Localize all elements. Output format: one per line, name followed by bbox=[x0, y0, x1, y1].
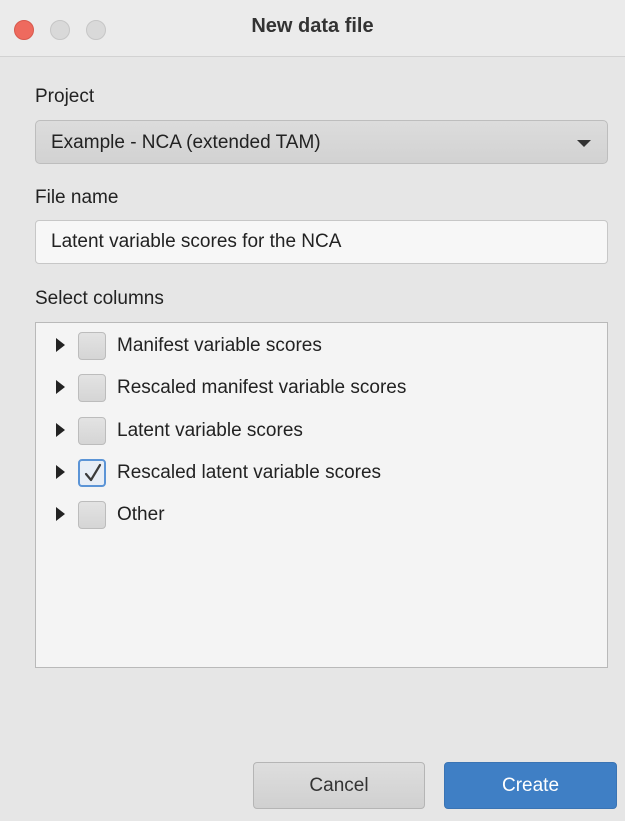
file-name-label: File name bbox=[35, 187, 119, 208]
project-select[interactable]: Example - NCA (extended TAM) bbox=[35, 120, 608, 164]
checkbox-rescaled-manifest-variable-scores[interactable] bbox=[78, 374, 106, 402]
checkbox-rescaled-latent-variable-scores[interactable] bbox=[78, 459, 106, 487]
triangle-right-icon[interactable] bbox=[56, 507, 65, 521]
tree-row-label: Other bbox=[117, 504, 165, 525]
triangle-right-icon[interactable] bbox=[56, 380, 65, 394]
tree-row-label: Manifest variable scores bbox=[117, 335, 322, 356]
tree-row-label: Rescaled manifest variable scores bbox=[117, 377, 407, 398]
chevron-down-icon bbox=[577, 140, 591, 147]
select-columns-label: Select columns bbox=[35, 288, 164, 309]
project-label: Project bbox=[35, 86, 95, 107]
tree-row[interactable]: Latent variable scores bbox=[36, 411, 607, 451]
tree-row[interactable]: Rescaled latent variable scores bbox=[36, 453, 607, 493]
triangle-right-icon[interactable] bbox=[56, 465, 65, 479]
checkbox-manifest-variable-scores[interactable] bbox=[78, 332, 106, 360]
window-title: New data file bbox=[251, 15, 374, 37]
cancel-button[interactable]: Cancel bbox=[253, 762, 425, 809]
tree-row[interactable]: Manifest variable scores bbox=[36, 326, 607, 366]
tree-row[interactable]: Other bbox=[36, 495, 607, 535]
create-button[interactable]: Create bbox=[444, 762, 617, 809]
columns-tree[interactable]: Manifest variable scores Rescaled manife… bbox=[35, 322, 608, 668]
title-bar: New data file bbox=[0, 0, 625, 57]
checkbox-latent-variable-scores[interactable] bbox=[78, 417, 106, 445]
tree-row[interactable]: Rescaled manifest variable scores bbox=[36, 368, 607, 408]
checkbox-other[interactable] bbox=[78, 501, 106, 529]
triangle-right-icon[interactable] bbox=[56, 423, 65, 437]
tree-row-label: Latent variable scores bbox=[117, 420, 303, 441]
tree-row-label: Rescaled latent variable scores bbox=[117, 462, 382, 483]
file-name-field[interactable] bbox=[35, 220, 608, 264]
triangle-right-icon[interactable] bbox=[56, 338, 65, 352]
project-selected-value: Example - NCA (extended TAM) bbox=[51, 132, 321, 153]
new-data-file-dialog: New data file Project Example - NCA (ext… bbox=[0, 0, 625, 821]
file-name-input[interactable] bbox=[36, 221, 607, 263]
checkmark-icon bbox=[84, 463, 102, 482]
